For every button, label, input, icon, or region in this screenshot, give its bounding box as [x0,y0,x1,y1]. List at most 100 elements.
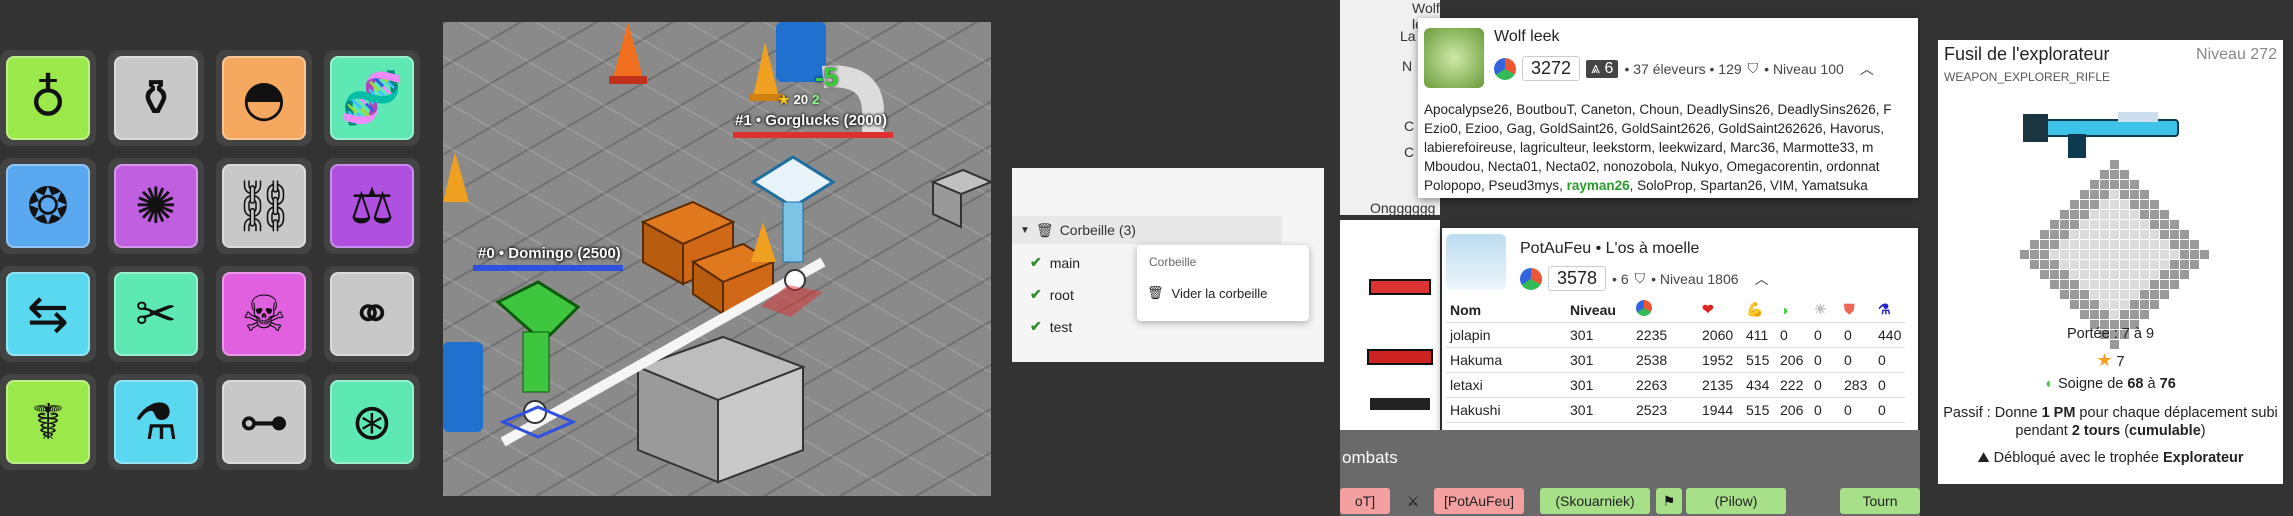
trash-item[interactable]: ✔ root [1030,286,1074,303]
table-row[interactable]: Hakuma 301 2538 1952 515 206 0 0 0 [1446,346,1906,372]
trash-folder-label: Corbeille (3) [1059,222,1136,238]
heal-max: 76 [2159,376,2176,392]
range-cell [2120,280,2129,289]
range-cell [2170,230,2179,239]
table-row[interactable]: Hakushi 301 2523 1944 515 206 0 0 0 [1446,396,1906,422]
range-cell [2120,260,2129,269]
chip-item[interactable]: ⊛ [324,374,420,470]
heal-icon: ◐ [2045,376,2054,392]
chip-icon: 🧬 [330,56,414,140]
range-cell [2070,300,2079,309]
range-cell [2070,270,2079,279]
talent-icon[interactable] [1632,298,1698,322]
range-cell [2080,280,2089,289]
empty-trash-button[interactable]: 🗑 Vider la corbeille [1147,285,1267,301]
range-cell [2100,300,2109,309]
range-cell [2160,230,2169,239]
range-cell [2070,200,2079,209]
range-cell [2150,240,2159,249]
chip-item[interactable]: ✺ [108,158,204,254]
farmer-members-list: Apocalypse26, BoutbouT, Caneton, Choun, … [1424,100,1914,195]
chip-item[interactable]: ⚱ [108,50,204,146]
range-cell [2040,260,2049,269]
table-cell: 0 [1810,346,1840,372]
fight-viewport[interactable]: #1 • Gorglucks (2000) -5 ★ 20 2 #0 • Domi… [443,22,991,496]
range-cell [2020,250,2029,259]
range-cell [2120,190,2129,199]
star-icon: ★ [778,92,790,107]
table-cell: 0 [1840,346,1874,372]
chip-item[interactable]: ☠ [216,266,312,362]
chip-icon: ☤ [6,380,90,464]
trash-item[interactable]: ✔ test [1030,318,1072,335]
range-cell [2070,220,2079,229]
range-cell [2060,240,2069,249]
chevron-down-icon: ▼ [1020,224,1030,236]
chip-item[interactable]: ◓ [216,50,312,146]
range-cell [2090,280,2099,289]
table-cell: 515 [1742,346,1776,372]
chip-item[interactable]: ✂ [108,266,204,362]
shield-icon[interactable]: ⛊ [1840,298,1874,322]
col-level[interactable]: Niveau [1566,298,1632,322]
range-cell [2190,240,2199,249]
table-cell: 301 [1566,346,1632,372]
trash-item-label: main [1049,254,1081,271]
range-cell [2130,210,2139,219]
range-cell [2150,220,2159,229]
traffic-cone-4 [751,222,776,262]
range-cell [2150,290,2159,299]
range-cell [2100,290,2109,299]
fight-button[interactable]: (Skouarniek) [1540,488,1650,514]
table-row[interactable]: jolapin 301 2235 2060 411 0 0 0 440 [1446,321,1906,347]
col-name[interactable]: Nom [1446,298,1566,322]
chevron-up-icon[interactable]: ︿ [1860,59,1874,79]
chip-item[interactable]: ⊶ [216,374,312,470]
fighter-0-label: #0 • Domingo (2500) [478,245,621,262]
fight-button[interactable]: (Pilow) [1686,488,1786,514]
table-cell: 2263 [1632,371,1698,397]
farmer-stats: 3272 ⩓ 6 • 37 éleveurs • 129 ⛉ • Niveau … [1494,56,1874,81]
table-cell: 301 [1566,371,1632,397]
fight-button[interactable]: oT] [1340,488,1390,514]
chip-item[interactable]: ☤ [0,374,96,470]
chip-item[interactable]: 🧬 [324,50,420,146]
range-cell [2090,310,2099,319]
trash-item-label: root [1049,286,1074,303]
members-highlight[interactable]: rayman26 [1567,178,1630,193]
chip-item[interactable]: ❂ [0,158,96,254]
trash-folder[interactable]: ▼ 🗑 Corbeille (3) [1012,216,1282,244]
chip-item[interactable]: ⚗ [108,374,204,470]
trash-item[interactable]: ✔ main [1030,254,1080,271]
fight-button[interactable]: [PotAuFeu] [1434,488,1524,514]
range-cell [2140,200,2149,209]
strength-icon[interactable]: 💪 [1742,298,1776,322]
team-avatar[interactable] [1446,234,1506,290]
range-diamond [1938,40,2283,349]
heart-icon[interactable]: ❤ [1698,298,1742,322]
chip-item[interactable]: ⚭ [324,266,420,362]
wisdom-icon[interactable]: ◑ [1776,298,1810,322]
range-cell [2110,170,2119,179]
table-cell: 0 [1840,396,1874,422]
range-cell [2070,290,2079,299]
trophy-icon: ⛉ [1747,60,1759,76]
chevron-up-icon[interactable]: ︿ [1755,269,1769,289]
farmer-name[interactable]: Wolf leek [1494,28,1560,46]
unlock-trophy[interactable]: Explorateur [2163,450,2244,466]
chip-item[interactable]: ♁ [0,50,96,146]
range-cell [2040,270,2049,279]
range-cell [2160,250,2169,259]
chip-item[interactable]: ⚖ [324,158,420,254]
background-list-item: C [1404,118,1415,134]
flask-icon[interactable]: ⚗ [1874,298,1905,322]
range-cell [2100,280,2109,289]
fight-button[interactable]: Tourn [1840,488,1920,514]
sun-icon[interactable]: ☀ [1810,298,1840,322]
farmer-avatar[interactable] [1424,28,1484,88]
table-row[interactable]: letaxi 301 2263 2135 434 222 0 283 0 [1446,371,1906,397]
chip-item[interactable]: ⛓ [216,158,312,254]
team-name[interactable]: PotAuFeu • L'os à moelle [1520,240,1699,258]
chip-item[interactable]: ⇆ [0,266,96,362]
range-cell [2090,200,2099,209]
